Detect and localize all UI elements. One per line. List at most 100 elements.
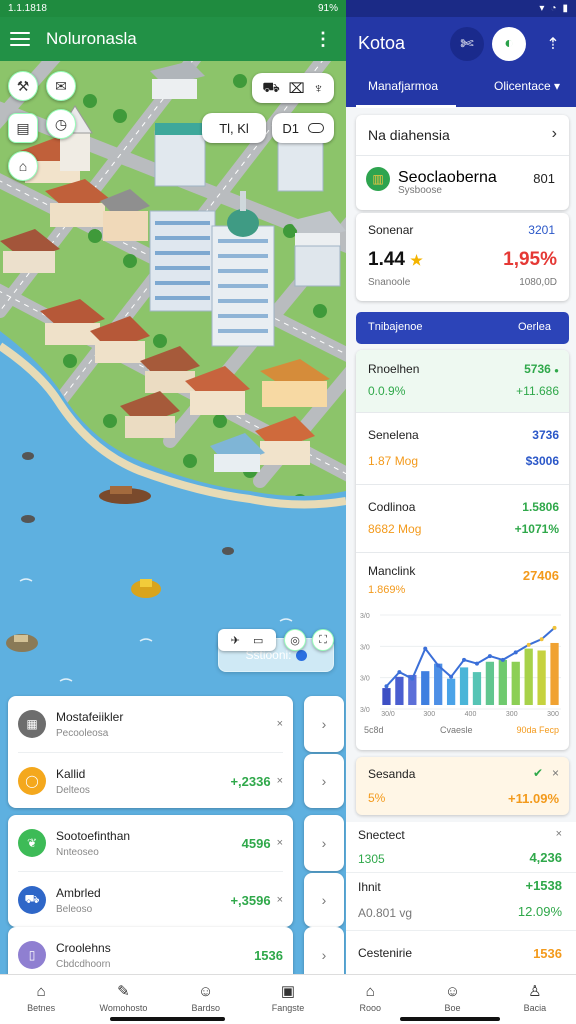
chart-bar[interactable] <box>485 661 495 705</box>
tab-overview[interactable]: Manafjarmoa <box>368 79 438 93</box>
chart-point[interactable] <box>384 684 389 689</box>
chart-xtick: 300 <box>506 711 518 718</box>
zoom-icon[interactable]: ◎ <box>284 629 306 651</box>
list-item[interactable]: ▯ Croolehns Cbdcdhoorn 1536 <box>8 927 293 974</box>
person-icon: ☺ <box>198 983 214 1000</box>
chart-bar[interactable] <box>446 678 456 705</box>
close-icon[interactable]: × <box>277 837 283 849</box>
chart-bar[interactable] <box>550 642 559 705</box>
chevron-right-icon[interactable]: › <box>304 873 344 927</box>
chart-bar[interactable] <box>421 671 430 705</box>
chevron-right-icon[interactable]: › <box>552 125 557 143</box>
close-icon[interactable]: × <box>277 775 283 787</box>
nav-label: Womohosto <box>99 1003 148 1013</box>
chart-foot-left: 5c8d <box>364 725 384 735</box>
toolbar-a-icon[interactable]: ⛟ <box>262 79 280 98</box>
chart-bar[interactable] <box>472 672 482 705</box>
list-item[interactable]: ◯ Kallid Delteos +,2336 × <box>8 753 293 809</box>
camera-icon[interactable]: ⌂ <box>8 151 38 181</box>
home-indicator[interactable] <box>400 1017 500 1021</box>
chart-bar[interactable] <box>382 688 391 705</box>
chart-point[interactable] <box>552 625 557 630</box>
toolbar-b-icon[interactable]: ⌧ <box>288 80 304 97</box>
building-icon: ▦ <box>18 710 46 738</box>
chart-point[interactable] <box>462 657 467 662</box>
pin-icon[interactable]: ✄ <box>450 27 484 61</box>
layers-chip[interactable]: ✈ ▭ <box>218 629 276 651</box>
map-chip-a[interactable]: Tl, Kl <box>202 113 266 143</box>
chart-bar[interactable] <box>537 650 546 705</box>
list-item-sub: Beleoso <box>56 903 93 915</box>
chart-bar[interactable] <box>498 659 507 705</box>
chart-point[interactable] <box>423 646 428 651</box>
alert-card[interactable]: Sesanda ✔ × 5% +11.09% <box>356 757 569 815</box>
city-map[interactable]: ⚒ ✉ ▤ ◷ ⌂ ⛟ ⌧ ♆ Tl, Kl D1 Sstiooni: ✈ ▭ ◎… <box>0 61 346 974</box>
chart-bar[interactable] <box>524 648 533 705</box>
bank-icon[interactable]: ▤ <box>8 113 38 143</box>
status-battery: 91% <box>317 3 338 14</box>
nav-item-image[interactable]: ▣ Fangste <box>247 975 329 1024</box>
chart-point[interactable] <box>474 661 479 666</box>
chevron-right-icon[interactable]: › <box>304 815 344 871</box>
stat-label: Sonenar <box>368 223 414 237</box>
fullscreen-icon[interactable]: ⛶ <box>312 629 334 651</box>
chevron-right-icon[interactable]: › <box>304 927 344 974</box>
chart-point[interactable] <box>500 657 505 662</box>
chevron-right-icon[interactable]: › <box>304 754 344 808</box>
chart-bar[interactable] <box>434 663 443 705</box>
nav-item-home[interactable]: ⌂ Betnes <box>0 975 82 1024</box>
chart-point[interactable] <box>449 674 454 679</box>
close-icon[interactable]: × <box>556 828 562 840</box>
chat-icon[interactable]: ✉ <box>46 71 76 101</box>
trend-chart[interactable]: 3/0 3/0 3/0 3/0 30/0 300 400 300 300 <box>356 605 569 740</box>
more-options-icon[interactable]: ⋮ <box>310 29 336 50</box>
chart-point[interactable] <box>436 663 441 668</box>
chart-bar[interactable] <box>511 661 520 705</box>
metric-label: Rnoelhen <box>368 362 420 376</box>
map-chip-b[interactable]: D1 <box>272 113 334 143</box>
chart-point[interactable] <box>513 650 518 655</box>
list-item[interactable]: ⛟ Ambrled Beleoso +,3596 × <box>8 872 293 928</box>
close-icon[interactable]: × <box>277 718 283 730</box>
tab-indicator <box>356 105 456 108</box>
chart-ytick: 3/0 <box>360 644 370 651</box>
chart-point[interactable] <box>539 637 544 642</box>
close-icon[interactable]: × <box>277 894 283 906</box>
close-icon[interactable]: × <box>552 766 559 780</box>
stat-card[interactable]: Sonenar 3201 1.44 ★ 1,95% Snanoole 1080,… <box>356 213 569 301</box>
summary-title: Na diahensia <box>368 127 450 143</box>
app-bar: Noluronasla ⋮ <box>0 17 346 61</box>
nav-item-profile[interactable]: ♙ Bacia <box>494 975 576 1024</box>
chart-bar[interactable] <box>395 676 404 705</box>
chart-bar[interactable] <box>459 667 469 705</box>
chart-point[interactable] <box>397 670 402 675</box>
toolbar-c-icon[interactable]: ♆ <box>313 80 324 96</box>
stat-percent: 1,95% <box>503 249 557 270</box>
dashboard-screen: ▾ ◔ ▮ Kotoa ✄ ◐ ⇡ Manafjarmoa Olicentace ▾… <box>346 0 576 974</box>
list-item[interactable]: ▦ Mostafeiikler Pecooleosa × <box>8 696 293 752</box>
chevron-right-icon[interactable]: › <box>304 696 344 752</box>
chart-point[interactable] <box>526 642 531 647</box>
map-screen: 1.1.1818 91% Noluronasla ⋮ ⚒ ✉ ▤ ◷ ⌂ ⛟ ⌧… <box>0 0 346 974</box>
section-header[interactable]: Tnibajenoe Oerlea <box>356 312 569 344</box>
list-item-title: Mostafeiikler <box>56 709 124 724</box>
chart-point[interactable] <box>410 676 415 681</box>
chevron-down-icon: ▾ <box>554 79 561 93</box>
share-icon[interactable]: ⇡ <box>536 27 570 61</box>
home-indicator[interactable] <box>110 1017 225 1021</box>
list-item[interactable]: ❦ Sootoefinthan Nnteoseo 4596 × <box>8 815 293 871</box>
menu-icon[interactable] <box>10 32 30 46</box>
chart-point[interactable] <box>487 654 492 659</box>
nav-item-bag[interactable]: ⌂ Rooo <box>329 975 411 1024</box>
list-item-value: +,2336 <box>230 773 271 789</box>
clock-icon[interactable]: ◷ <box>46 109 76 139</box>
metric-sub-right: $3006 <box>525 454 559 468</box>
wrench-icon[interactable]: ⚒ <box>8 71 38 101</box>
tab-details[interactable]: Olicentace ▾ <box>494 79 560 93</box>
metric-value: 3736 <box>532 428 559 442</box>
palette-icon[interactable]: ◐ <box>492 27 526 61</box>
metrics-card: Rnoelhen 5736 ● 0.0.9% +11.686 Senelena … <box>356 350 569 750</box>
stat-foot-left: Snanoole <box>368 277 411 288</box>
profile-icon: ♙ <box>528 983 542 1000</box>
details-a: 1305 <box>358 852 385 866</box>
